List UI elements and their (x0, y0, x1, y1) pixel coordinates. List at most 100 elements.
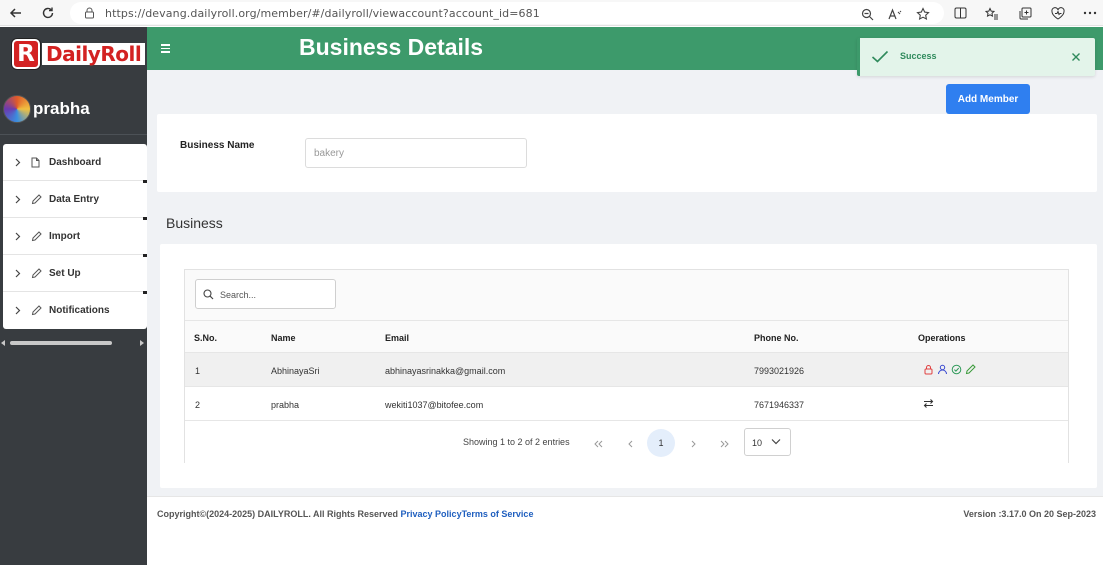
first-page-icon[interactable] (584, 430, 612, 458)
favorite-star-icon[interactable] (914, 5, 932, 23)
pencil-icon (31, 193, 43, 205)
sidebar-item-label: Data Entry (49, 193, 100, 205)
members-table: S.No. Name Email Phone No. Operations 1 … (184, 269, 1069, 463)
menu-toggle-icon[interactable] (161, 44, 170, 55)
search-input[interactable] (220, 286, 330, 304)
check-icon (871, 50, 889, 63)
chevron-right-icon (15, 158, 25, 167)
chevron-right-icon (15, 269, 25, 278)
success-toast: Success (857, 38, 1095, 76)
pencil-icon (31, 230, 43, 242)
cell-sno: 2 (195, 400, 201, 410)
pencil-icon (31, 267, 43, 279)
logo-text: DailyRoll (42, 42, 146, 66)
browser-actions (951, 4, 1099, 22)
copyright-text: Copyright©(2024-2025) DAILYROLL. All Rig… (157, 509, 401, 519)
sidebar: R DailyRoll prabha Dashboard Data Entry … (0, 27, 148, 565)
sidebar-divider (0, 134, 147, 135)
cell-sno: 1 (195, 366, 201, 376)
file-icon (31, 157, 43, 168)
scrollbar-thumb[interactable] (10, 341, 112, 345)
cell-name: prabha (271, 400, 300, 410)
user-profile[interactable]: prabha (3, 95, 90, 123)
add-member-button[interactable]: Add Member (946, 84, 1030, 114)
lock-icon (82, 6, 96, 20)
chevron-right-icon (15, 232, 25, 241)
page-size-select[interactable]: 10 (744, 428, 791, 456)
sidebar-item-label: Dashboard (49, 156, 102, 168)
business-name-label: Business Name (180, 140, 255, 151)
footer: Copyright©(2024-2025) DAILYROLL. All Rig… (147, 496, 1103, 565)
privacy-policy-link[interactable]: Privacy Policy (401, 509, 462, 519)
terms-of-service-link[interactable]: Terms of Service (462, 509, 534, 519)
sidebar-item-notifications[interactable]: Notifications (3, 292, 147, 329)
refresh-icon[interactable] (38, 3, 58, 23)
back-icon[interactable] (6, 3, 26, 23)
sidebar-item-import[interactable]: Import (3, 218, 148, 257)
business-members-card: S.No. Name Email Phone No. Operations 1 … (160, 244, 1097, 488)
split-screen-icon[interactable] (951, 4, 969, 22)
column-header: Name (271, 333, 296, 343)
section-title: Business (166, 215, 223, 231)
page-size-value: 10 (752, 438, 763, 448)
business-info-card: Business Name (157, 114, 1097, 192)
row-operations (923, 364, 976, 375)
user-name: prabha (33, 99, 90, 118)
chevron-right-icon (15, 195, 25, 204)
scroll-right-icon[interactable] (139, 340, 144, 346)
cell-phone: 7671946337 (754, 400, 805, 410)
chevron-down-icon (771, 439, 781, 445)
address-bar[interactable]: https://devang.dailyroll.org/member/#/da… (70, 2, 944, 24)
row-operations (923, 398, 934, 409)
close-icon[interactable] (1069, 50, 1083, 64)
table-row[interactable]: 1 AbhinayaSri abhinayasrinakka@gmail.com… (185, 353, 1068, 387)
column-header: S.No. (194, 333, 218, 343)
column-header: Email (385, 333, 410, 343)
scroll-left-icon[interactable] (1, 340, 6, 346)
last-page-icon[interactable] (710, 430, 738, 458)
avatar (3, 95, 31, 123)
toast-message: Success (900, 51, 937, 61)
cell-name: AbhinayaSri (271, 366, 320, 376)
check-circle-icon[interactable] (951, 364, 962, 375)
search-box[interactable] (195, 279, 336, 309)
page-title: Business Details (299, 34, 484, 60)
pencil-icon (31, 305, 43, 316)
collections-icon[interactable] (1016, 4, 1034, 22)
logo-mark: R (12, 39, 40, 69)
chevron-right-icon (15, 306, 25, 315)
read-aloud-icon[interactable] (886, 5, 904, 23)
sidebar-scrollbar[interactable] (0, 338, 147, 348)
next-page-icon[interactable] (679, 430, 707, 458)
sidebar-item-label: Notifications (49, 305, 110, 316)
edit-pencil-icon[interactable] (965, 364, 976, 375)
table-row[interactable]: 2 prabha wekiti1037@bitofee.com 76719463… (185, 387, 1068, 421)
sidebar-item-set-up[interactable]: Set Up (3, 255, 148, 294)
lock-icon[interactable] (923, 364, 934, 375)
version-info: Version :3.17.0 On 20 Sep-2023 (963, 509, 1096, 519)
browser-essentials-icon[interactable] (1049, 4, 1067, 22)
table-header: S.No. Name Email Phone No. Operations (185, 320, 1068, 353)
pagination: Showing 1 to 2 of 2 entries 1 10 (185, 421, 1068, 463)
more-options-icon[interactable] (1081, 4, 1099, 22)
cell-email: abhinayasrinakka@gmail.com (385, 366, 506, 376)
sidebar-menu: Dashboard Data Entry Import Set Up Notif… (3, 144, 148, 329)
zoom-icon[interactable] (858, 5, 876, 23)
sidebar-item-data-entry[interactable]: Data Entry (3, 181, 148, 220)
previous-page-icon[interactable] (616, 430, 644, 458)
column-header: Operations (918, 333, 966, 343)
current-page-button[interactable]: 1 (647, 429, 675, 457)
sidebar-item-dashboard[interactable]: Dashboard (3, 144, 148, 183)
dailyroll-logo[interactable]: R DailyRoll (12, 39, 146, 69)
url-text: https://devang.dailyroll.org/member/#/da… (105, 6, 540, 20)
user-icon[interactable] (937, 364, 948, 375)
search-icon (203, 289, 214, 300)
favorites-icon[interactable] (983, 4, 1001, 22)
cell-phone: 7993021926 (754, 366, 805, 376)
browser-toolbar: https://devang.dailyroll.org/member/#/da… (0, 0, 1103, 26)
column-header: Phone No. (754, 333, 799, 343)
business-name-field[interactable] (305, 138, 527, 168)
main-content: Add Member Business Name Business S.No. … (147, 70, 1103, 496)
transfer-icon[interactable] (923, 398, 934, 409)
footer-copyright: Copyright©(2024-2025) DAILYROLL. All Rig… (157, 509, 533, 519)
